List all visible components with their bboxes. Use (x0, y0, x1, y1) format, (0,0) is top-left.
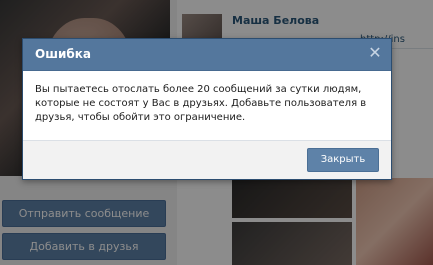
close-icon[interactable]: ✕ (367, 45, 383, 61)
close-button[interactable]: Закрыть (307, 148, 379, 172)
dialog-title: Ошибка (35, 47, 91, 61)
dialog-header: Ошибка ✕ (23, 39, 391, 71)
error-dialog: Ошибка ✕ Вы пытаетесь отослать более 20 … (22, 38, 392, 180)
dialog-footer: Закрыть (23, 140, 391, 179)
dialog-message: Вы пытаетесь отослать более 20 сообщений… (35, 84, 367, 123)
